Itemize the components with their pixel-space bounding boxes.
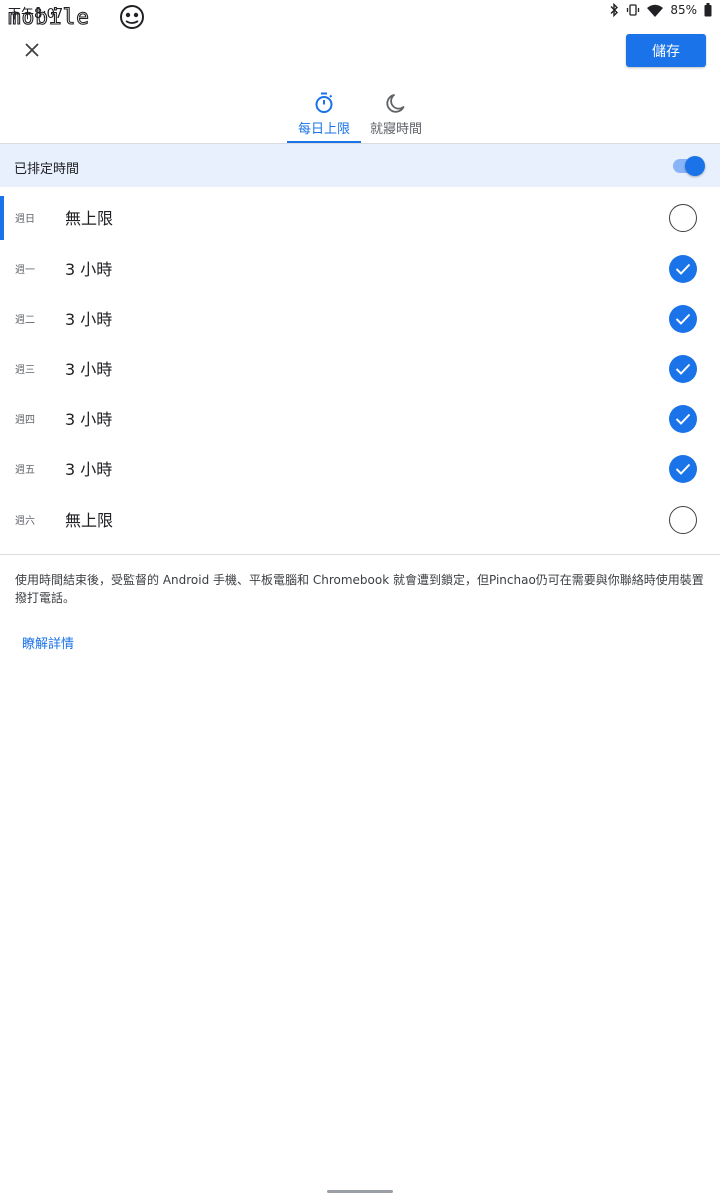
day-limit: 無上限 <box>65 209 114 228</box>
day-row-saturday[interactable]: 週六 無上限 <box>0 494 720 544</box>
tab-bedtime[interactable]: 就寢時間 <box>363 84 429 144</box>
day-name: 週五 <box>15 465 35 476</box>
bluetooth-icon <box>610 3 619 17</box>
day-name: 週六 <box>15 516 35 527</box>
day-row-thursday[interactable]: 週四 3 小時 <box>0 393 720 443</box>
day-row-monday[interactable]: 週一 3 小時 <box>0 243 720 293</box>
day-name: 週三 <box>15 365 35 376</box>
navigation-handle[interactable] <box>327 1190 393 1193</box>
day-checkbox-unchecked[interactable] <box>669 204 697 232</box>
section-divider <box>0 554 720 555</box>
watermark-logo: mobile <box>8 4 144 30</box>
day-name: 週四 <box>15 415 35 426</box>
tab-bedtime-label: 就寢時間 <box>369 122 422 137</box>
svg-text:mobile: mobile <box>8 5 90 29</box>
check-icon <box>675 413 691 425</box>
day-limit: 3 小時 <box>65 460 113 479</box>
day-limit: 3 小時 <box>65 310 113 329</box>
day-row-tuesday[interactable]: 週二 3 小時 <box>0 293 720 343</box>
learn-more-link[interactable]: 瞭解詳情 <box>22 633 74 652</box>
status-bar: 下午8:07 mobile 85% <box>0 0 720 30</box>
status-icons: 85% <box>609 3 712 17</box>
day-limit: 3 小時 <box>65 410 113 429</box>
day-name: 週一 <box>15 265 35 276</box>
tab-daily-limit[interactable]: 每日上限 <box>287 84 361 144</box>
toggle-thumb <box>685 156 705 176</box>
check-icon <box>675 313 691 325</box>
info-text: 使用時間結束後，受監督的 Android 手機、平板電腦和 Chromebook… <box>15 573 704 605</box>
wifi-icon <box>647 4 664 17</box>
day-row-wednesday[interactable]: 週三 3 小時 <box>0 343 720 393</box>
schedule-toggle[interactable] <box>671 155 705 177</box>
day-checkbox-checked[interactable] <box>669 305 697 333</box>
day-checkbox-checked[interactable] <box>669 255 697 283</box>
check-icon <box>675 463 691 475</box>
timer-icon <box>315 92 333 113</box>
schedule-label: 已排定時間 <box>14 162 80 177</box>
battery-icon <box>704 3 712 17</box>
day-name: 週二 <box>15 315 35 326</box>
moon-icon <box>386 94 405 113</box>
tab-daily-limit-label: 每日上限 <box>297 122 350 137</box>
day-limit: 3 小時 <box>65 360 113 379</box>
schedule-header: 已排定時間 <box>0 144 720 187</box>
day-limit: 3 小時 <box>65 260 113 279</box>
battery-percent: 85% <box>670 3 697 17</box>
close-button[interactable] <box>16 34 48 66</box>
vibrate-icon <box>627 4 640 16</box>
day-checkbox-checked[interactable] <box>669 455 697 483</box>
day-checkbox-checked[interactable] <box>669 355 697 383</box>
check-icon <box>675 363 691 375</box>
day-limit: 無上限 <box>65 511 114 530</box>
day-checkbox-checked[interactable] <box>669 405 697 433</box>
save-button[interactable]: 儲存 <box>626 34 706 67</box>
close-icon <box>25 43 39 57</box>
day-row-sunday[interactable]: 週日 無上限 <box>0 192 720 242</box>
day-row-friday[interactable]: 週五 3 小時 <box>0 443 720 493</box>
check-icon <box>675 263 691 275</box>
day-checkbox-unchecked[interactable] <box>669 506 697 534</box>
day-name: 週日 <box>15 214 35 225</box>
active-row-indicator <box>0 196 4 240</box>
